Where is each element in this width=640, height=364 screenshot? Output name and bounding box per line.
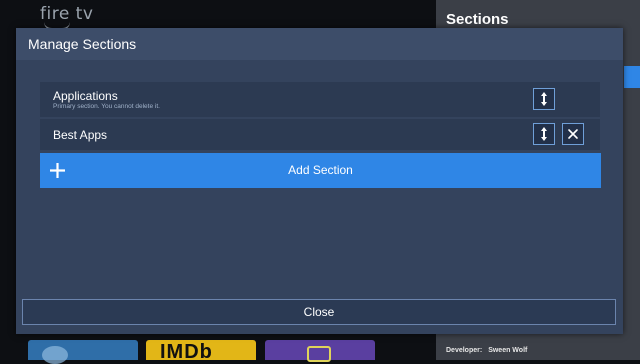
app-tile-1[interactable] bbox=[28, 340, 138, 364]
section-row-best-apps[interactable]: Best Apps bbox=[40, 119, 600, 150]
section-row-applications[interactable]: Applications Primary section. You cannot… bbox=[40, 82, 600, 117]
up-down-arrows-icon bbox=[541, 92, 547, 106]
section-label: Applications bbox=[53, 89, 118, 103]
app-tile-imdb[interactable]: IMDb bbox=[146, 340, 256, 360]
developer-name: Sween Wolf bbox=[488, 347, 528, 354]
section-subtitle: Primary section. You cannot delete it. bbox=[53, 103, 160, 110]
up-down-arrows-icon bbox=[541, 127, 547, 141]
section-label: Best Apps bbox=[53, 128, 108, 142]
dialog-header: Manage Sections bbox=[16, 28, 623, 60]
dialog-title: Manage Sections bbox=[28, 36, 137, 52]
add-section-button[interactable]: Add Section bbox=[40, 153, 601, 188]
app-tile-3[interactable] bbox=[265, 340, 375, 362]
developer-info: Developer: Sween Wolf bbox=[446, 347, 533, 354]
close-x-icon bbox=[568, 129, 578, 139]
developer-label: Developer: bbox=[446, 347, 483, 354]
add-section-label: Add Section bbox=[288, 163, 353, 177]
close-button-label: Close bbox=[303, 305, 335, 319]
side-panel-title: Sections bbox=[446, 11, 509, 28]
fire-tv-logo: fire tv bbox=[40, 4, 94, 24]
move-section-button[interactable] bbox=[533, 88, 555, 110]
move-section-button[interactable] bbox=[533, 123, 555, 145]
side-panel-selected-item[interactable] bbox=[624, 66, 640, 88]
close-button[interactable]: Close bbox=[22, 299, 616, 325]
delete-section-button[interactable] bbox=[562, 123, 584, 145]
manage-sections-dialog: Manage Sections Applications Primary sec… bbox=[16, 28, 623, 334]
